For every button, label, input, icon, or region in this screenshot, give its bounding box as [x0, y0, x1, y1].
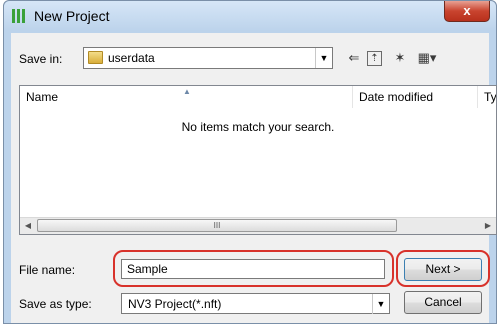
file-name-label: File name:: [19, 263, 76, 277]
app-icon: [12, 9, 26, 23]
scroll-left-icon[interactable]: ◀: [20, 218, 36, 234]
save-as-type-label: Save as type:: [19, 297, 92, 311]
close-icon: x: [463, 3, 471, 18]
view-menu-icon[interactable]: ▦▾: [414, 49, 440, 67]
sort-arrow-icon: ▲: [183, 87, 191, 96]
cancel-button[interactable]: Cancel: [404, 291, 482, 314]
scroll-right-icon[interactable]: ▶: [480, 218, 496, 234]
save-as-type-dropdown[interactable]: NV3 Project(*.nft) ▼: [121, 293, 390, 314]
save-in-dropdown[interactable]: userdata ▼: [83, 47, 333, 69]
up-folder-icon[interactable]: ⇡: [367, 51, 382, 66]
dialog-body: Save in: userdata ▼ ⇐ ⇡ ✶ ▦▾ Name ▲ Date…: [11, 33, 497, 323]
back-icon[interactable]: ⇐: [345, 49, 363, 67]
close-button[interactable]: x: [444, 1, 490, 22]
window-title: New Project: [34, 8, 110, 24]
save-as-type-value: NV3 Project(*.nft): [128, 297, 222, 311]
new-project-dialog: New Project x Save in: userdata ▼ ⇐ ⇡ ✶ …: [3, 0, 497, 324]
empty-message: No items match your search.: [181, 120, 335, 134]
chevron-down-icon[interactable]: ▼: [315, 48, 332, 68]
title-bar[interactable]: New Project x: [4, 1, 496, 31]
chevron-down-icon[interactable]: ▼: [372, 294, 389, 314]
column-type-label: Ty: [484, 90, 497, 104]
file-list[interactable]: Name ▲ Date modified Ty No items match y…: [19, 85, 497, 235]
horizontal-scrollbar[interactable]: ◀ III ▶: [20, 217, 496, 234]
save-in-value: userdata: [108, 51, 155, 65]
column-header-name[interactable]: Name ▲: [20, 86, 353, 108]
scroll-thumb[interactable]: III: [37, 219, 397, 232]
folder-icon: [88, 51, 103, 64]
next-button-highlight: [396, 250, 490, 287]
column-date-label: Date modified: [359, 90, 434, 104]
column-header-type[interactable]: Ty: [478, 86, 497, 108]
column-header-date-modified[interactable]: Date modified: [353, 86, 478, 108]
column-name-label: Name: [26, 90, 59, 104]
save-in-label: Save in:: [19, 52, 63, 66]
new-folder-icon[interactable]: ✶: [391, 49, 409, 67]
file-name-highlight: [113, 250, 394, 287]
